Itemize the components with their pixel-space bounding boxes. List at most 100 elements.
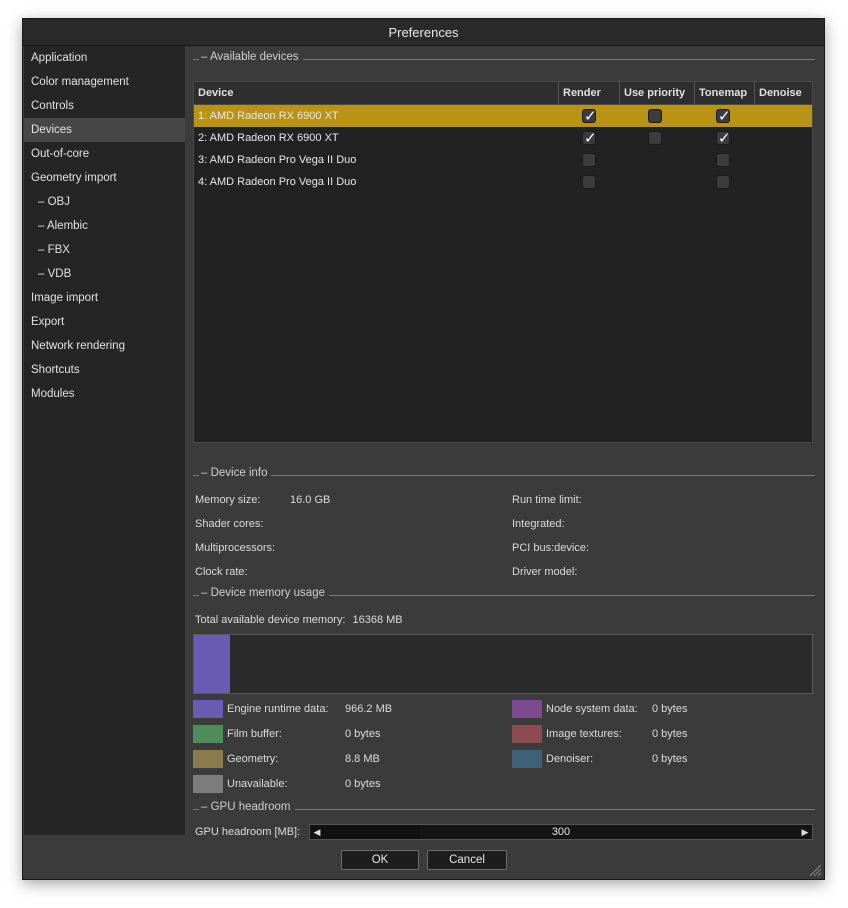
memory-usage-fill [194, 635, 231, 693]
column-denoise[interactable]: Denoise [755, 82, 813, 104]
device-name: 3: AMD Radeon Pro Vega II Duo [198, 154, 357, 166]
clock-rate-label: Clock rate: [195, 566, 248, 578]
sidebar-item[interactable]: – Alembic [24, 214, 185, 238]
use-priority-checkbox[interactable] [648, 131, 662, 145]
use-priority-checkbox[interactable] [648, 109, 662, 123]
legend-swatch [193, 750, 223, 768]
render-checkbox[interactable] [582, 175, 596, 189]
preferences-window: Preferences Application Color management C… [22, 18, 825, 880]
gpu-headroom-value: 300 [551, 826, 571, 838]
device-row[interactable]: 4: AMD Radeon Pro Vega II Duo [194, 171, 812, 193]
memory-size-value: 16.0 GB [290, 494, 331, 506]
sidebar-item[interactable]: Shortcuts [24, 358, 185, 382]
available-devices-header: – Available devices [193, 50, 815, 66]
devices-panel: – Available devices Device Render Use pr… [193, 46, 815, 840]
memory-legend-item: Unavailable: 0 bytes [193, 775, 493, 793]
memory-legend-item: Image textures: 0 bytes [512, 725, 812, 743]
sidebar-item[interactable]: – FBX [24, 238, 185, 262]
sidebar-item[interactable]: Image import [24, 286, 185, 310]
tonemap-checkbox[interactable] [716, 175, 730, 189]
sidebar-item[interactable]: Network rendering [24, 334, 185, 358]
sidebar-item[interactable]: Geometry import [24, 166, 185, 190]
legend-value: 0 bytes [345, 728, 381, 740]
window-title: Preferences [23, 19, 824, 46]
sidebar-item[interactable]: – OBJ [24, 190, 185, 214]
legend-swatch [193, 700, 223, 718]
cancel-button[interactable]: Cancel [427, 850, 507, 870]
gpu-headroom-section-label: – GPU headroom [199, 801, 295, 813]
legend-label: Denoiser: [546, 753, 594, 765]
available-devices-label: – Available devices [199, 51, 303, 63]
resize-grip-icon[interactable] [808, 863, 822, 877]
device-row[interactable]: 3: AMD Radeon Pro Vega II Duo [194, 149, 812, 171]
device-info-label: – Device info [199, 467, 272, 479]
sidebar-item[interactable]: Export [24, 310, 185, 334]
sidebar-item[interactable]: Modules [24, 382, 185, 406]
total-memory-label: Total available device memory: [195, 614, 346, 626]
gpu-headroom-label: GPU headroom [MB]: [195, 826, 301, 838]
column-device[interactable]: Device [194, 82, 559, 104]
legend-value: 0 bytes [345, 778, 381, 790]
sidebar-item[interactable]: Application [24, 46, 185, 70]
ok-button[interactable]: OK [341, 850, 419, 870]
legend-label: Node system data: [546, 703, 638, 715]
legend-label: Unavailable: [227, 778, 288, 790]
multiprocessors-label: Multiprocessors: [195, 542, 276, 554]
legend-swatch [193, 775, 223, 793]
gpu-headroom-header: – GPU headroom [193, 800, 815, 816]
legend-label: Geometry: [227, 753, 279, 765]
driver-model-label: Driver model: [512, 566, 578, 578]
total-memory-value: 16368 MB [352, 614, 403, 626]
tonemap-checkbox[interactable] [716, 153, 730, 167]
device-info-header: – Device info [193, 466, 815, 482]
legend-value: 966.2 MB [345, 703, 393, 715]
legend-value: 0 bytes [652, 703, 688, 715]
sidebar-item[interactable]: Color management [24, 70, 185, 94]
sidebar-item[interactable]: Devices [24, 118, 185, 142]
memory-usage-bar [193, 634, 813, 694]
gpu-headroom-slider[interactable]: ◀ 300 ▶ [309, 824, 813, 840]
legend-label: Engine runtime data: [227, 703, 329, 715]
column-tonemap[interactable]: Tonemap [695, 82, 755, 104]
memory-usage-header: – Device memory usage [193, 586, 815, 602]
column-use-priority[interactable]: Use priority [620, 82, 695, 104]
legend-swatch [512, 700, 542, 718]
devices-table: Device Render Use priority Tonemap Denoi… [193, 81, 813, 443]
slider-increment-icon[interactable]: ▶ [798, 825, 812, 839]
legend-label: Image textures: [546, 728, 622, 740]
memory-usage-label: – Device memory usage [199, 587, 329, 599]
memory-legend-item: Geometry: 8.8 MB [193, 750, 493, 768]
sidebar-item[interactable]: – VDB [24, 262, 185, 286]
render-checkbox[interactable] [582, 127, 597, 149]
memory-legend-item: Film buffer: 0 bytes [193, 725, 493, 743]
pci-bus-label: PCI bus:device: [512, 542, 590, 554]
device-row[interactable]: 2: AMD Radeon RX 6900 XT [194, 127, 812, 149]
shader-cores-label: Shader cores: [195, 518, 264, 530]
legend-label: Film buffer: [227, 728, 282, 740]
column-render[interactable]: Render [559, 82, 620, 104]
render-checkbox[interactable] [582, 105, 597, 127]
sidebar-item[interactable]: Out-of-core [24, 142, 185, 166]
memory-size-row: Memory size: 16.0 GB [195, 494, 495, 510]
device-row[interactable]: 1: AMD Radeon RX 6900 XT [194, 105, 812, 127]
devices-table-header: Device Render Use priority Tonemap Denoi… [194, 82, 812, 105]
sidebar-item[interactable]: Controls [24, 94, 185, 118]
legend-value: 0 bytes [652, 728, 688, 740]
run-time-limit-label: Run time limit: [512, 494, 582, 506]
memory-legend-item: Denoiser: 0 bytes [512, 750, 812, 768]
total-memory-row: Total available device memory: 16368 MB [195, 614, 403, 630]
memory-legend-item: Engine runtime data: 966.2 MB [193, 700, 493, 718]
tonemap-checkbox[interactable] [716, 127, 731, 149]
device-name: 2: AMD Radeon RX 6900 XT [198, 132, 339, 144]
legend-swatch [512, 725, 542, 743]
render-checkbox[interactable] [582, 153, 596, 167]
legend-swatch [193, 725, 223, 743]
legend-value: 8.8 MB [345, 753, 380, 765]
preferences-sidebar: Application Color management Controls Devic… [24, 46, 185, 835]
tonemap-checkbox[interactable] [716, 105, 731, 127]
memory-size-label: Memory size: [195, 494, 261, 506]
device-name: 4: AMD Radeon Pro Vega II Duo [198, 176, 357, 188]
memory-legend-item: Node system data: 0 bytes [512, 700, 812, 718]
legend-swatch [512, 750, 542, 768]
integrated-label: Integrated: [512, 518, 565, 530]
